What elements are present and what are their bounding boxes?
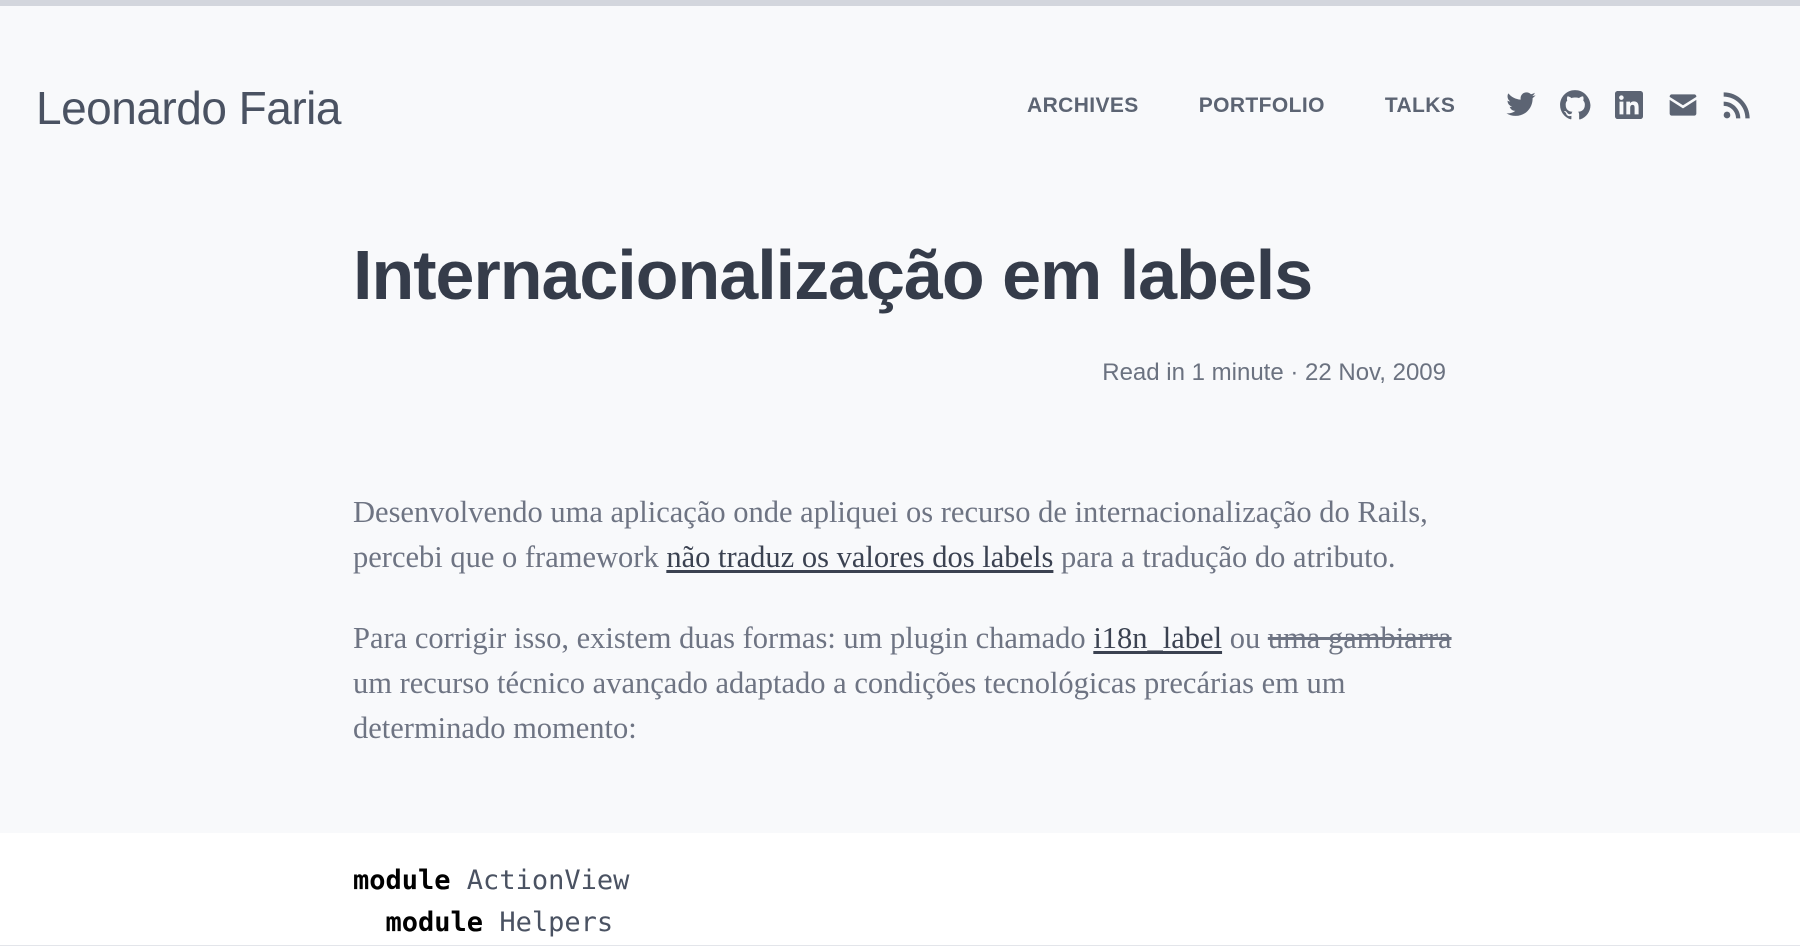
i18n-label-link[interactable]: i18n_label: [1093, 621, 1222, 655]
site-title-link[interactable]: Leonardo Faria: [36, 78, 341, 138]
email-icon[interactable]: [1667, 89, 1699, 121]
main-nav: ARCHIVES PORTFOLIO TALKS: [1027, 92, 1455, 120]
nav-portfolio[interactable]: PORTFOLIO: [1199, 92, 1325, 120]
labels-translation-link[interactable]: não traduz os valores dos labels: [666, 540, 1053, 574]
code-content: module ActionView module Helpers: [353, 860, 629, 944]
rss-icon[interactable]: [1721, 89, 1753, 121]
post-meta: Read in 1 minute · 22 Nov, 2009: [1102, 359, 1446, 386]
nav-archives[interactable]: ARCHIVES: [1027, 92, 1139, 120]
code-keyword: module: [385, 907, 484, 938]
code-block: module ActionView module Helpers: [0, 833, 1800, 946]
code-identifier: Helpers: [483, 907, 614, 938]
paragraph-text: para a tradução do atributo.: [1053, 540, 1396, 574]
paragraph-text: Para corrigir isso, existem duas formas:…: [353, 621, 1094, 655]
paragraph-text: ou: [1222, 621, 1268, 655]
top-border: [0, 0, 1800, 6]
paragraph-text: um recurso técnico avançado adaptado a c…: [353, 666, 1346, 745]
code-identifier: ActionView: [450, 865, 630, 896]
strikethrough-text: uma gambiarra: [1267, 621, 1452, 655]
post-title: Internacionalização em labels: [353, 236, 1313, 314]
paragraph-1: Desenvolvendo uma aplicação onde aplique…: [353, 490, 1453, 580]
github-icon[interactable]: [1559, 89, 1591, 121]
post-body: Desenvolvendo uma aplicação onde aplique…: [353, 490, 1453, 787]
paragraph-2: Para corrigir isso, existem duas formas:…: [353, 616, 1453, 751]
social-links: [1505, 89, 1753, 121]
twitter-icon[interactable]: [1505, 89, 1537, 121]
nav-talks[interactable]: TALKS: [1385, 92, 1455, 120]
linkedin-icon[interactable]: [1613, 89, 1645, 121]
code-keyword: module: [353, 865, 451, 896]
